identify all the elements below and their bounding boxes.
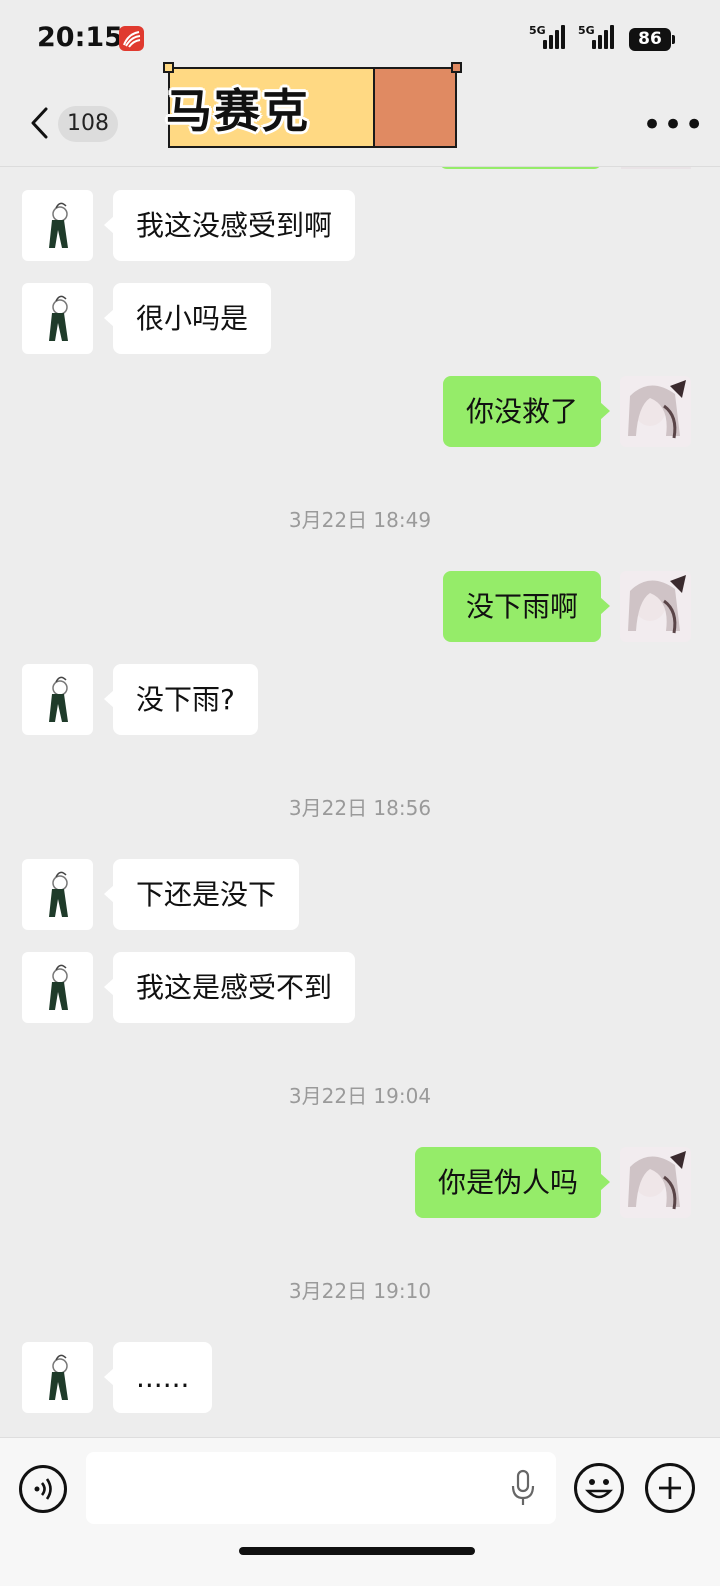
contact-avatar[interactable]: [22, 952, 93, 1023]
outgoing-message-bubble[interactable]: 你是伪人吗: [414, 1147, 611, 1218]
timestamp: 3月22日 19:04: [288, 1084, 432, 1108]
timestamp: 3月22日 18:49: [288, 508, 432, 532]
title-mosaic-overlay: 马赛克: [163, 62, 462, 148]
network-label: 5G: [529, 24, 546, 37]
message-row: ......: [0, 1342, 720, 1414]
incoming-message-bubble[interactable]: 我这没感受到啊: [103, 190, 356, 261]
message-row: 很小吗是: [0, 283, 720, 355]
page-title: 马赛克: [166, 84, 310, 138]
contact-avatar[interactable]: [22, 1342, 93, 1413]
chevron-left-icon[interactable]: [26, 104, 52, 142]
voice-icon[interactable]: [19, 1465, 67, 1513]
more-dots-icon[interactable]: •••: [642, 108, 705, 142]
network-label-2: 5G: [578, 24, 595, 37]
incoming-message-bubble[interactable]: 我这是感受不到: [103, 952, 356, 1023]
battery-indicator: 86: [629, 28, 671, 51]
message-row: 下还是没下: [0, 859, 720, 931]
plus-icon[interactable]: [645, 1463, 695, 1513]
contact-avatar[interactable]: [22, 859, 93, 930]
partial-avatar: [621, 167, 691, 169]
incoming-message-bubble[interactable]: 下还是没下: [103, 859, 300, 930]
cellular-signal-icon: 5G: [529, 24, 565, 52]
message-row: 你是伪人吗: [0, 1147, 720, 1219]
message-row: 没下雨?: [0, 664, 720, 736]
chat-header: 108 马赛克 •••: [0, 62, 720, 167]
emoji-icon[interactable]: [574, 1463, 624, 1513]
chat-messages[interactable]: 我这没感受到啊 很小吗是 你没救了 3月22日 18:49 没下雨啊 没下雨? …: [0, 167, 720, 1437]
incoming-message-bubble[interactable]: 很小吗是: [103, 283, 272, 354]
message-row: 我这没感受到啊: [0, 190, 720, 262]
message-row: 我这是感受不到: [0, 952, 720, 1024]
overlay-handle: [451, 62, 462, 73]
message-input[interactable]: [86, 1452, 556, 1524]
contact-avatar[interactable]: [22, 664, 93, 735]
outgoing-message-bubble[interactable]: 没下雨啊: [442, 571, 611, 642]
user-avatar[interactable]: [620, 376, 691, 447]
status-time: 20:15: [37, 22, 123, 53]
message-input-bar: [0, 1437, 720, 1586]
timestamp: 3月22日 18:56: [288, 796, 432, 820]
message-row: 没下雨啊: [0, 571, 720, 643]
partial-outgoing-bubble: [439, 167, 602, 169]
app-notification-icon: [119, 26, 144, 51]
title-overlay-orange-block: [373, 69, 455, 146]
user-avatar[interactable]: [620, 1147, 691, 1218]
timestamp: 3月22日 19:10: [288, 1279, 432, 1303]
incoming-message-bubble[interactable]: 没下雨?: [104, 664, 258, 735]
contact-avatar[interactable]: [22, 190, 93, 261]
unread-count-badge[interactable]: 108: [58, 106, 118, 142]
message-row: 你没救了: [0, 376, 720, 448]
cellular-signal-icon-2: 5G: [578, 24, 614, 52]
home-indicator[interactable]: [239, 1547, 475, 1555]
battery-tip: [672, 35, 675, 44]
overlay-handle: [163, 62, 174, 73]
contact-avatar[interactable]: [22, 283, 93, 354]
user-avatar[interactable]: [620, 571, 691, 642]
microphone-icon[interactable]: [510, 1468, 536, 1508]
outgoing-message-bubble[interactable]: 你没救了: [442, 376, 611, 447]
incoming-message-bubble[interactable]: ......: [103, 1342, 213, 1413]
